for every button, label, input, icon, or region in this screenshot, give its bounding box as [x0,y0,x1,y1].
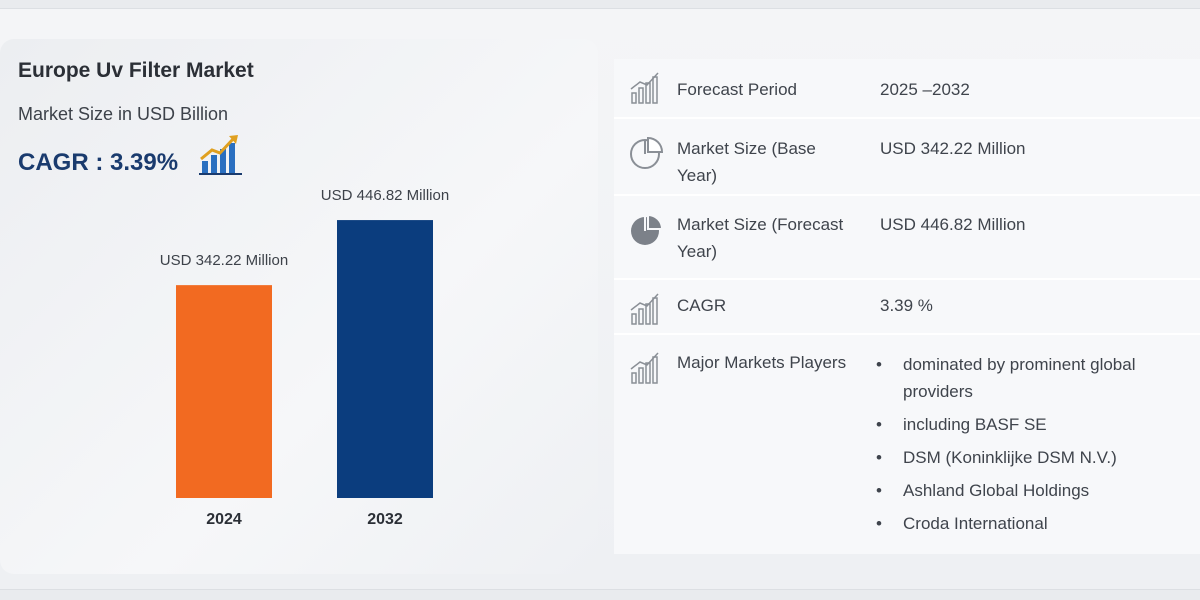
x-tick-label: 2032 [367,511,403,528]
major-players-label: Major Markets Players [677,353,847,372]
players-list: dominated by prominent global providers … [876,351,1200,543]
list-item: including BASF SE [876,411,1200,438]
list-item: Croda International [876,510,1200,537]
forecast-period-value: 2025 –2032 [880,80,970,99]
pie-chart-filled-icon [631,213,664,245]
pie-chart-outline-icon [630,136,664,169]
list-item: dominated by prominent global providers [876,351,1200,405]
market-size-base-label: Market Size (Base Year) [677,139,816,185]
row-cagr: CAGR 3.39 % [614,282,1200,335]
bar-2032 [337,220,433,499]
infographic-frame: Europe Uv Filter Market Market Size in U… [0,8,1200,590]
market-size-base-value: USD 342.22 Million [880,139,1026,158]
forecast-period-label: Forecast Period [677,80,797,99]
list-item: Ashland Global Holdings [876,477,1200,504]
data-label: USD 446.82 Million [321,187,449,204]
summary-table: Forecast Period 2025 –2032 Market Size (… [614,59,1200,554]
list-item: DSM (Koninklijke DSM N.V.) [876,444,1200,471]
market-size-forecast-value: USD 446.82 Million [880,215,1026,234]
bar-chart-icon [630,72,659,104]
bar-chart-icon [630,293,659,325]
row-market-size-base: Market Size (Base Year) USD 342.22 Milli… [614,121,1200,196]
row-forecast-period: Forecast Period 2025 –2032 [614,59,1200,119]
row-major-players: Major Markets Players dominated by promi… [614,337,1200,554]
cagr-label: CAGR [677,296,727,315]
row-market-size-forecast: Market Size (Forecast Year) USD 446.82 M… [614,198,1200,280]
bar-2024 [176,285,272,498]
cagr-value: 3.39 % [880,296,933,315]
market-size-forecast-label: Market Size (Forecast Year) [677,215,844,261]
bar-chart-icon [630,352,659,384]
data-label: USD 342.22 Million [160,252,288,269]
bar-chart: USD 342.22 Million 2024 USD 446.82 Million… [160,187,449,528]
x-tick-label: 2024 [206,511,242,528]
